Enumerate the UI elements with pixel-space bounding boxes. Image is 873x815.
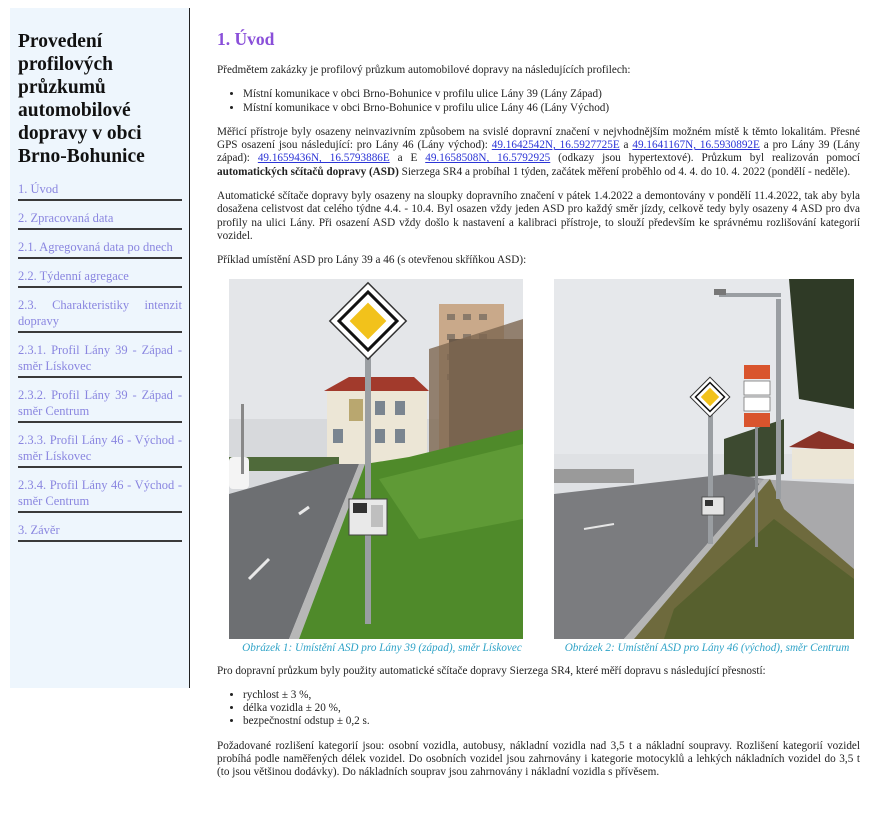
list-item: délka vozidla ± 20 %, — [243, 702, 860, 715]
section-heading: 1. Úvod — [217, 29, 275, 49]
devices-paragraph: Pro dopravní průzkum byly použity automa… — [217, 664, 766, 677]
example-paragraph: Příklad umístění ASD pro Lány 39 a 46 (s… — [217, 254, 527, 267]
figure-lany-39: Obrázek 1: Umístění ASD pro Lány 39 (záp… — [229, 278, 535, 655]
list-item: bezpečnostní odstup ± 0,2 s. — [243, 715, 860, 728]
gps-link-2[interactable]: 49.1641167N, 16.5930892E — [632, 139, 759, 151]
gps-link-1[interactable]: 49.1642542N, 16.5927725E — [492, 139, 620, 151]
text-span: a — [619, 139, 633, 152]
toc-item-profil-39-liskovec[interactable]: 2.3.1. Profil Lány 39 - Západ - směr Lís… — [18, 339, 182, 378]
toc-item-profil-46-liskovec[interactable]: 2.3.3. Profil Lány 46 - Východ - směr Lí… — [18, 429, 182, 468]
toc-item-zaver[interactable]: 3. Závěr — [18, 519, 182, 542]
figure-caption: Obrázek 2: Umístění ASD pro Lány 46 (výc… — [564, 641, 850, 654]
accuracy-list: rychlost ± 3 %, délka vozidla ± 20 %, be… — [217, 689, 860, 729]
document-title: Provedení profilových průzkumů automobil… — [18, 31, 145, 167]
sidebar: Provedení profilových průzkumů automobil… — [10, 8, 190, 688]
main-content: 1. Úvod Předmětem zakázky je profilový p… — [217, 20, 860, 791]
toc-item-uvod[interactable]: 1. Úvod — [18, 178, 182, 201]
photo-lany-46 — [554, 278, 860, 639]
gps-link-4[interactable]: 49.1658508N, 16.5792925 — [425, 152, 550, 164]
toc-item-charakteristiky[interactable]: 2.3. Charakteristiky intenzit dopravy — [18, 294, 182, 333]
toc-item-agregovana-data[interactable]: 2.1. Agregovaná data po dnech — [18, 236, 182, 259]
toc-item-profil-46-centrum[interactable]: 2.3.4. Profil Lány 46 - Východ - směr Ce… — [18, 474, 182, 513]
photo-lany-39 — [229, 278, 535, 639]
toc-item-tydenni-agregace[interactable]: 2.2. Týdenní agregace — [18, 265, 182, 288]
bold-term: automatických sčítačů dopravy (ASD) — [217, 165, 399, 178]
text-span: (odkazy jsou hypertextové). Průzkum byl … — [550, 152, 860, 165]
text-span: a E — [389, 152, 426, 165]
gps-link-3[interactable]: 49.1659436N, 16.5793886E — [258, 152, 390, 164]
list-item: Místní komunikace v obci Brno-Bohunice v… — [243, 88, 860, 101]
toc-item-profil-39-centrum[interactable]: 2.3.2. Profil Lány 39 - Západ - směr Cen… — [18, 384, 182, 423]
figure-caption: Obrázek 1: Umístění ASD pro Lány 39 (záp… — [242, 641, 522, 654]
toc-item-zpracovana-data[interactable]: 2. Zpracovaná data — [18, 207, 182, 230]
text-span: Sierzega SR4 a probíhal 1 týden, začátek… — [398, 165, 851, 178]
installation-paragraph: Automatické sčítače dopravy byly osazeny… — [217, 190, 860, 242]
gps-paragraph: Měřicí přístroje byly osazeny neinvazivn… — [217, 126, 860, 179]
categories-paragraph: Požadované rozlišení kategorií jsou: oso… — [217, 739, 860, 779]
intro-paragraph: Předmětem zakázky je profilový průzkum a… — [217, 64, 631, 76]
figure-lany-46: Obrázek 2: Umístění ASD pro Lány 46 (výc… — [554, 278, 860, 655]
profile-list: Místní komunikace v obci Brno-Bohunice v… — [217, 88, 860, 115]
figures-row: Obrázek 1: Umístění ASD pro Lány 39 (záp… — [217, 278, 860, 655]
list-item: rychlost ± 3 %, — [243, 689, 860, 702]
list-item: Místní komunikace v obci Brno-Bohunice v… — [243, 102, 860, 115]
